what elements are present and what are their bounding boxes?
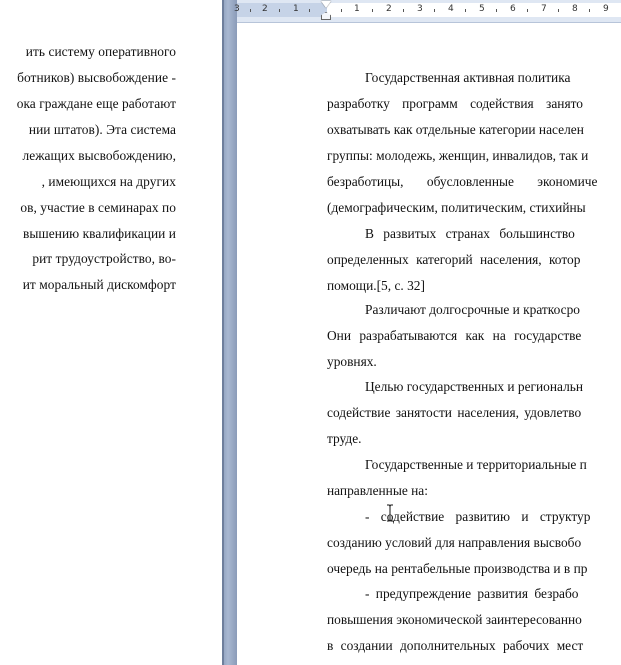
horizontal-ruler[interactable]: 3 2 1 1 2 3 4 5 6 7 8 9 [234,0,621,23]
ruler-label: 9 [603,4,609,14]
right-text-line: определенных категорий населения, котор [327,252,581,267]
right-text-line: повышения экономической заинтересованно [327,612,582,627]
right-text-line: - предупреждение развития безрабо [365,586,579,601]
right-text-line: Целью государственных и региональн [365,379,584,394]
ruler-tick [527,9,528,12]
left-page[interactable]: ить систему оперативного ботников) высво… [0,0,222,665]
ruler-tick [279,9,280,12]
ruler-label: 3 [417,4,423,14]
left-text-line: лежащих высвобождению, [22,148,176,163]
ruler-tick [309,9,310,12]
right-text-line: (демографическим, политическим, стихийны [327,200,586,215]
ruler-label: 2 [262,4,268,14]
right-text-line: очередь на рентабельные производства и в… [327,561,588,576]
ruler-label: 7 [541,4,547,14]
ruler-tick [496,9,497,12]
left-text-line: вышению квалификации и [22,226,176,241]
ruler-label: 1 [354,4,360,14]
i-beam-cursor-icon [386,504,396,522]
right-text-line: Они разрабатываются как на государстве [327,328,582,343]
ruler-tick [250,9,251,12]
right-text-line: охватывать как отдельные категории насел… [327,122,584,137]
left-text-line: нии штатов). Эта система [28,122,176,137]
ruler-tick [403,9,404,12]
ruler-label: 8 [572,4,578,14]
right-text-line: содействие занятости населения, удовлетв… [327,405,582,420]
right-text-line: безработицы, обусловленные экономиче [327,174,598,189]
right-text-line: - содействие развитию и структур [365,509,591,524]
ruler-tick [558,9,559,12]
ruler-label: 1 [293,4,299,14]
ruler-label: 4 [448,4,454,14]
right-page[interactable]: Государственная активная политика разраб… [237,23,621,665]
ruler-label: 2 [386,4,392,14]
right-text-line: Различают долгосрочные и краткосро [365,302,580,317]
right-text-line: направленные на: [327,483,428,498]
right-text-line: труде. [327,431,362,446]
ruler-tick [341,9,342,12]
page-shadow [222,0,224,665]
left-text-line: , имеющихся на других [41,174,176,189]
ruler-label: 3 [234,4,240,14]
right-text-line: помощи.[5, с. 32] [327,278,425,293]
right-text-line: в создании дополнительных рабочих мест [327,638,584,653]
ruler-label: 5 [479,4,485,14]
right-text-line: группы: молодежь, женщин, инвалидов, так… [327,148,589,163]
ruler-tick [372,9,373,12]
first-line-indent-marker[interactable] [321,1,331,8]
right-text-line: созданию условий для направления высвобо [327,535,582,550]
left-text-line: ов, участие в семинарах по [20,200,176,215]
right-text-line: уровнях. [327,354,377,369]
right-text-line: В развитых странах большинство [365,226,575,241]
left-text-line: ить систему оперативного [25,44,176,59]
left-text-line: рит трудоустройство, во- [32,251,176,266]
left-text-line: ботников) высвобождение - [17,70,176,85]
ruler-tick [434,9,435,12]
right-text-line: Государственные и территориальные п [365,457,587,472]
right-text-line: разработку программ содействия занято [327,96,583,111]
right-text-line: Государственная активная политика [365,70,571,85]
left-text-line: ит моральный дискомфорт [22,277,176,292]
ruler-label: 6 [510,4,516,14]
page-gap [222,0,237,665]
left-text-line: ока граждане еще работают [16,96,176,111]
ruler-tick [465,9,466,12]
ruler-tick [589,9,590,12]
